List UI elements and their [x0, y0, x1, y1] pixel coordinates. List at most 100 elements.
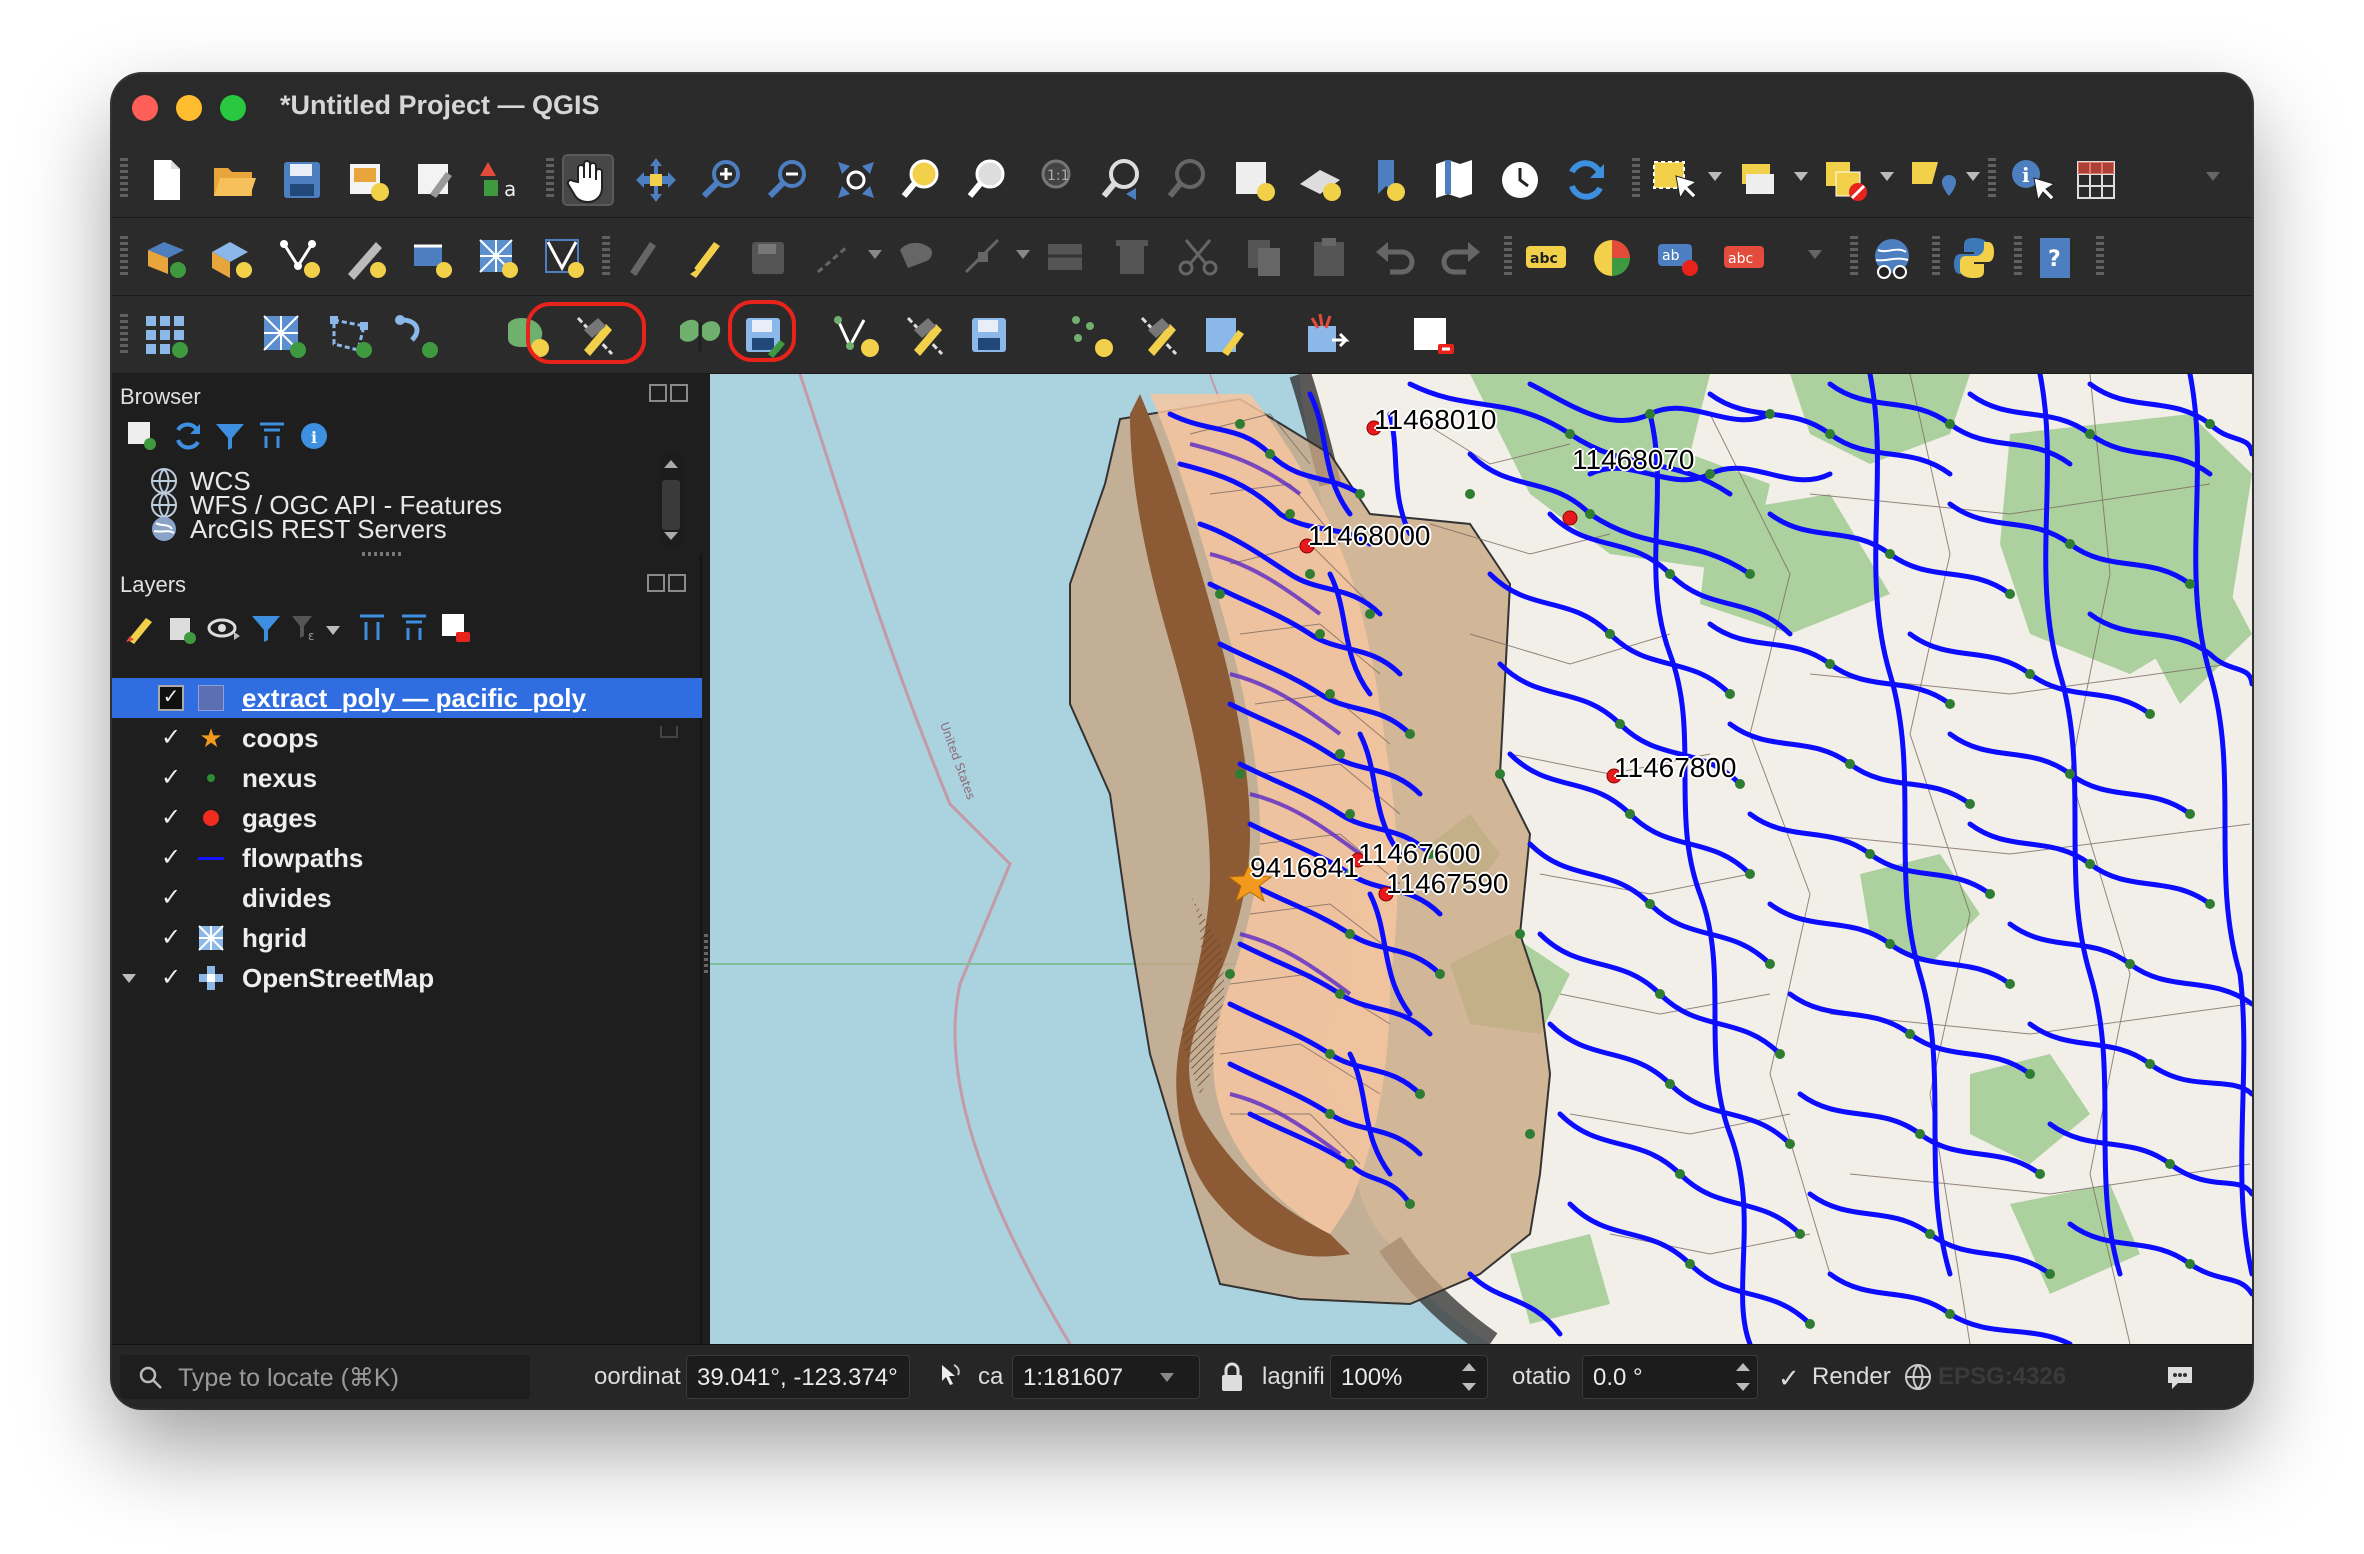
open-layer-styling-icon[interactable] [122, 610, 158, 646]
current-edits-icon[interactable] [618, 232, 670, 284]
temporal-controller-icon[interactable] [1494, 154, 1546, 206]
new-project-icon[interactable] [140, 154, 192, 206]
select-location-icon[interactable] [1906, 154, 1958, 206]
layer-row-gages[interactable]: ✓ gages [112, 798, 702, 838]
close-panel-icon[interactable] [668, 574, 686, 592]
layer-row-extract-poly[interactable]: ✓ extract_poly — pacific_poly [112, 678, 702, 718]
layer-visibility-checkbox[interactable]: ✓ [158, 965, 184, 991]
new-geopackage-layer-icon[interactable] [206, 232, 258, 284]
mouse-extents-toggle-icon[interactable] [932, 1361, 964, 1393]
pan-map-icon[interactable] [562, 154, 614, 206]
toolbar-overflow-icon[interactable] [2206, 172, 2220, 181]
new-shapefile-layer-icon[interactable] [274, 232, 326, 284]
minimize-window-button[interactable] [176, 95, 202, 121]
hydrofabric-tool-icon[interactable] [674, 310, 726, 362]
layer-labeling-options-icon[interactable]: abc [1520, 232, 1572, 284]
browser-scrollbar[interactable] [660, 454, 682, 546]
chevron-down-icon[interactable] [1794, 172, 1808, 181]
render-checkbox[interactable]: ✓ [1778, 1363, 1800, 1394]
chevron-down-icon[interactable] [1880, 172, 1894, 181]
undo-icon[interactable] [1370, 232, 1422, 284]
manage-map-themes-icon[interactable] [206, 610, 242, 646]
rotation-spin-arrows[interactable] [1732, 1357, 1754, 1397]
new-map-view-icon[interactable] [1228, 154, 1280, 206]
filter-browser-icon[interactable] [212, 418, 248, 454]
zoom-last-icon[interactable] [1096, 154, 1148, 206]
chevron-down-icon[interactable] [326, 626, 340, 635]
layer-visibility-checkbox[interactable]: ✓ [158, 885, 184, 911]
zoom-next-icon[interactable] [1162, 154, 1214, 206]
zoom-out-icon[interactable] [762, 154, 814, 206]
filter-by-expression-icon[interactable]: ε [288, 610, 324, 646]
layer-row-hgrid[interactable]: ✓ hgrid [112, 918, 702, 958]
layer-row-flowpaths[interactable]: ✓ flowpaths [112, 838, 702, 878]
create-mesh-icon[interactable] [258, 310, 310, 362]
refresh-icon[interactable] [1560, 154, 1612, 206]
toolbar-grip[interactable] [120, 158, 128, 200]
show-hide-labels-icon[interactable]: abc [1718, 232, 1770, 284]
create-line-icon[interactable] [390, 310, 442, 362]
metasearch-icon[interactable] [1866, 232, 1918, 284]
coordinate-field[interactable]: 39.041°, -123.374° [686, 1355, 910, 1399]
digitize-line-icon[interactable] [808, 232, 860, 284]
export-layers-icon[interactable] [1302, 310, 1354, 362]
layer-visibility-checkbox[interactable]: ✓ [158, 805, 184, 831]
highlight-pinned-labels-icon[interactable]: ab [1652, 232, 1704, 284]
toolbar-grip[interactable] [120, 236, 128, 278]
refresh-icon[interactable] [170, 418, 206, 454]
select-features-icon[interactable] [1648, 154, 1700, 206]
help-icon[interactable]: ? [2030, 232, 2082, 284]
identify-features-icon[interactable]: i [2004, 154, 2056, 206]
open-attribute-table-icon[interactable] [2070, 154, 2122, 206]
edit-vector-tool-icon[interactable] [898, 310, 950, 362]
zoom-native-icon[interactable]: 1:1 [1028, 154, 1080, 206]
layer-row-divides[interactable]: ✓ divides [112, 878, 702, 918]
cut-features-icon[interactable] [1172, 232, 1224, 284]
browser-item-arcgis-rest[interactable]: ArcGIS REST Servers [150, 512, 447, 546]
new-mesh-layer-icon[interactable] [472, 232, 524, 284]
panel-splitter[interactable] [362, 552, 402, 556]
add-group-icon[interactable] [164, 610, 200, 646]
layer-visibility-checkbox[interactable]: ✓ [158, 765, 184, 791]
layer-row-nexus[interactable]: ✓ nexus [112, 758, 702, 798]
add-vector-features-icon[interactable] [832, 310, 884, 362]
open-data-source-manager-icon[interactable] [140, 232, 192, 284]
chevron-down-icon[interactable] [1016, 250, 1030, 259]
redo-icon[interactable] [1434, 232, 1486, 284]
messages-icon[interactable] [2164, 1361, 2196, 1393]
pan-to-selection-icon[interactable] [630, 154, 682, 206]
collapse-all-icon[interactable] [254, 418, 290, 454]
collapse-all-icon[interactable] [396, 610, 432, 646]
save-vector-icon[interactable] [964, 310, 1016, 362]
chevron-down-icon[interactable] [1966, 172, 1980, 181]
remove-layer-icon[interactable] [438, 610, 474, 646]
crs-globe-icon[interactable] [1904, 1363, 1932, 1391]
close-panel-icon[interactable] [670, 384, 688, 402]
paste-features-icon[interactable] [1304, 232, 1356, 284]
new-temporary-scratch-layer-icon[interactable] [340, 232, 392, 284]
toggle-editing-icon[interactable] [678, 232, 730, 284]
layer-visibility-checkbox[interactable]: ✓ [158, 685, 184, 711]
toolbar-grip[interactable] [1850, 236, 1858, 278]
show-bookmarks-icon[interactable] [1428, 154, 1480, 206]
zoom-in-icon[interactable] [696, 154, 748, 206]
select-by-value-icon[interactable] [1734, 154, 1786, 206]
toolbar-grip[interactable] [1988, 158, 1996, 200]
expand-all-icon[interactable] [354, 610, 390, 646]
open-project-icon[interactable] [208, 154, 260, 206]
toolbar-grip[interactable] [120, 314, 128, 356]
delete-selected-icon[interactable] [1106, 232, 1158, 284]
vertex-tool-icon[interactable] [958, 232, 1010, 284]
toolbar-grip[interactable] [2014, 236, 2022, 278]
toolbar-grip[interactable] [602, 236, 610, 278]
float-panel-icon[interactable] [649, 384, 667, 402]
modify-attributes-icon[interactable] [1040, 232, 1092, 284]
edit-points-tool-icon[interactable] [1132, 310, 1184, 362]
chevron-down-icon[interactable] [1160, 1373, 1174, 1382]
copy-features-icon[interactable] [1238, 232, 1290, 284]
save-layer-edits-icon[interactable] [742, 232, 794, 284]
add-polygon-feature-icon[interactable] [892, 232, 944, 284]
layer-visibility-checkbox[interactable]: ✓ [158, 845, 184, 871]
new-3d-map-view-icon[interactable] [1294, 154, 1346, 206]
locator-search-field[interactable]: Type to locate (⌘K) [120, 1355, 530, 1399]
